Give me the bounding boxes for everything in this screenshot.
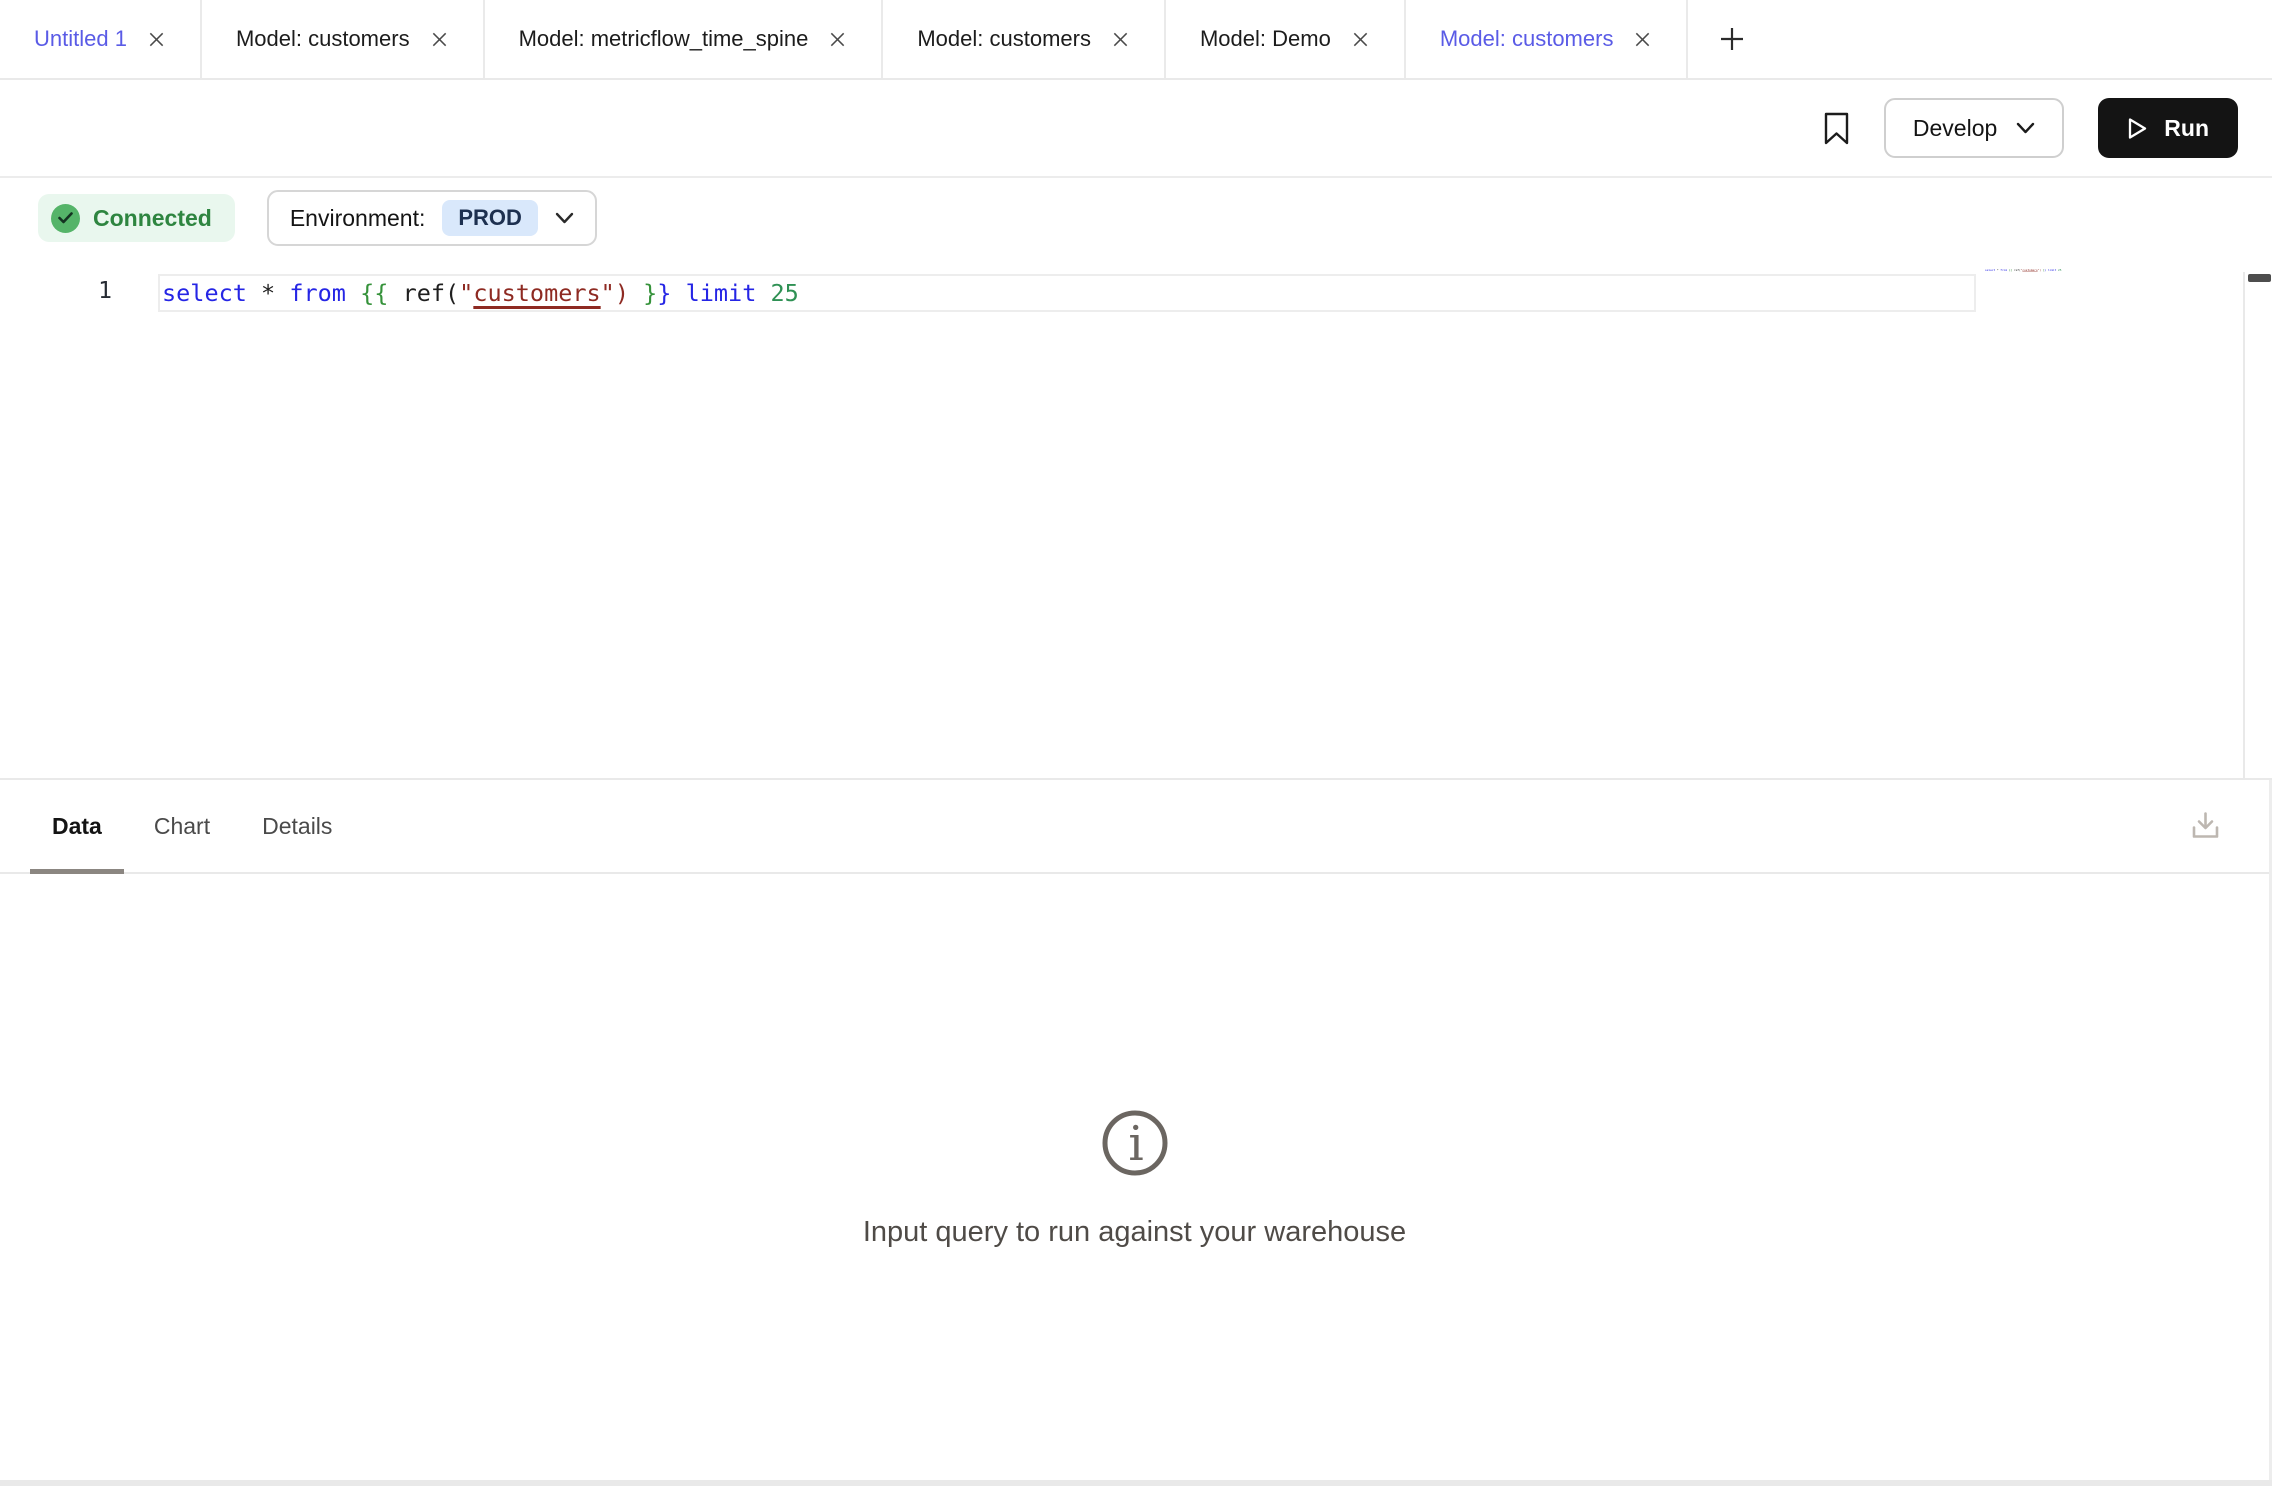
panel-tab-chart[interactable]: Chart [132,780,232,872]
info-icon: i [1100,1108,1170,1178]
code-token: ) [615,279,629,307]
results-panel-header: Data Chart Details [0,780,2272,874]
code-token: {{ [360,279,388,307]
download-button[interactable] [2187,808,2224,845]
tab-close-icon[interactable] [147,30,166,49]
toolbar: Develop Run [0,80,2272,178]
code-token [756,279,770,307]
tab-close-icon[interactable] [828,30,847,49]
environment-value-badge: PROD [442,200,538,236]
tab-label: Model: customers [1440,26,1614,52]
code-token: from [2000,268,2007,271]
editor-tab[interactable]: Model: customers [1406,0,1689,78]
tab-close-icon[interactable] [430,30,449,49]
minimap-code-line: select * from {{ ref("customers") }} lim… [1985,268,2061,271]
code-editor[interactable]: 1 select * from {{ ref("customers") }} l… [0,258,2272,778]
panel-tab-details[interactable]: Details [240,780,354,872]
code-token: ( [445,279,459,307]
check-icon [58,212,73,224]
bookmark-button[interactable] [1823,112,1850,145]
editor-minimap[interactable]: select * from {{ ref("customers") }} lim… [1985,268,2200,320]
results-panel: Data Chart Details i Input query to run ag… [0,778,2272,1480]
tab-close-icon[interactable] [1633,30,1652,49]
code-token [671,279,685,307]
code-token [247,279,261,307]
code-token: " [601,279,615,307]
editor-tab[interactable]: Model: Demo [1166,0,1406,78]
tab-label: Model: Demo [1200,26,1331,52]
new-tab-button[interactable] [1688,0,1776,78]
panel-tabs: Data Chart Details [30,780,354,872]
scrollbar-thumb[interactable] [2248,274,2271,282]
download-icon [2187,808,2224,845]
code-token [629,279,643,307]
status-bar: Connected Environment: PROD [0,178,2272,258]
active-line[interactable]: select * from {{ ref("customers") }} lim… [158,274,1976,312]
code-token: ref [403,279,445,307]
connected-badge: Connected [38,194,235,242]
code-token: select [162,279,247,307]
editor-scrollbar[interactable] [2243,272,2272,778]
panel-tab-label: Details [262,813,332,840]
bookmark-icon [1823,112,1850,145]
code-line: select * from {{ ref("customers") }} lim… [162,276,799,310]
code-token [346,279,360,307]
chevron-down-icon [2016,122,2035,134]
svg-text:i: i [1128,1116,1143,1172]
line-number: 1 [0,274,112,308]
environment-selector[interactable]: Environment: PROD [267,190,597,246]
editor-tab[interactable]: Model: customers [883,0,1166,78]
panel-tab-data[interactable]: Data [30,780,124,872]
run-button[interactable]: Run [2098,98,2238,158]
empty-state-message: Input query to run against your warehous… [863,1216,1406,1249]
develop-label: Develop [1913,115,1997,142]
code-token: from [289,279,346,307]
code-token: " [459,279,473,307]
code-token: limit [2048,268,2056,271]
editor-tab-bar: Untitled 1 Model: customers Model: metricf… [0,0,2272,80]
code-token: 25 [2058,268,2061,271]
panel-tab-label: Data [52,813,102,840]
bottom-border [0,1480,2272,1486]
environment-label: Environment: [290,205,426,232]
code-token: } [657,279,671,307]
code-token: * [261,279,275,307]
code-token [275,279,289,307]
code-token[interactable]: customers [473,279,600,307]
check-circle [51,204,80,233]
code-token: } [643,279,657,307]
editor-tab[interactable]: Untitled 1 [0,0,202,78]
connected-label: Connected [93,205,212,232]
empty-state: i Input query to run against your wareho… [0,876,2269,1480]
plus-icon [1718,25,1746,53]
code-token: 25 [771,279,799,307]
tab-label: Model: customers [236,26,410,52]
develop-button[interactable]: Develop [1884,98,2064,158]
code-token: select [1985,268,1995,271]
tabs-container: Untitled 1 Model: customers Model: metricf… [0,0,1688,78]
tab-close-icon[interactable] [1351,30,1370,49]
tab-close-icon[interactable] [1111,30,1130,49]
chevron-down-icon [555,212,574,224]
run-label: Run [2164,115,2209,142]
tab-label: Untitled 1 [34,26,127,52]
code-token [388,279,402,307]
tab-label: Model: metricflow_time_spine [519,26,809,52]
editor-tab[interactable]: Model: customers [202,0,485,78]
code-token[interactable]: customers [2022,268,2037,271]
tab-label: Model: customers [917,26,1091,52]
editor-tab[interactable]: Model: metricflow_time_spine [485,0,884,78]
panel-tab-label: Chart [154,813,210,840]
code-token: limit [686,279,757,307]
play-icon [2127,117,2148,140]
